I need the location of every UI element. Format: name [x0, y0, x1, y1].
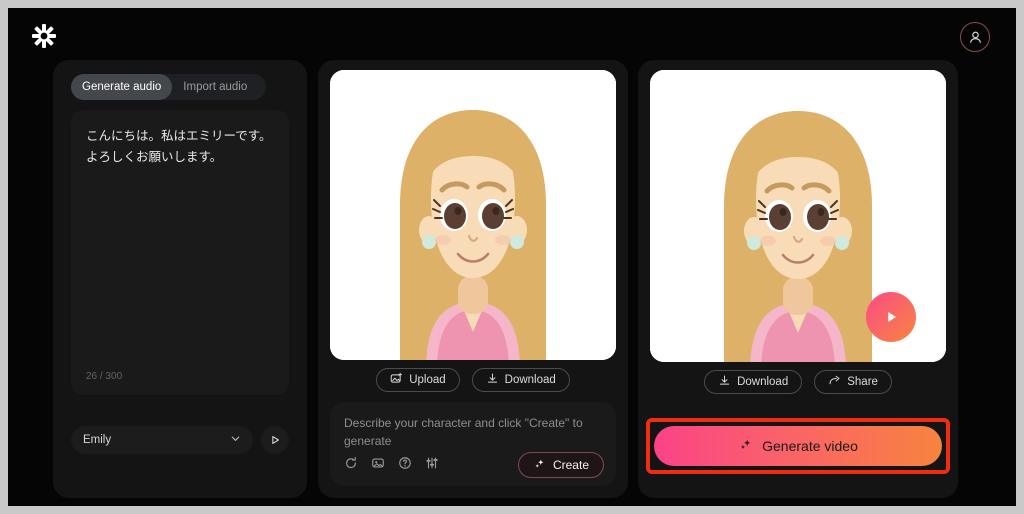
generate-video-label: Generate video: [762, 438, 858, 454]
voice-select-value: Emily: [83, 434, 112, 446]
video-panel: Download Share Generate video: [638, 60, 958, 498]
video-actions: Download Share: [638, 370, 958, 394]
download-button[interactable]: Download: [471, 368, 570, 392]
asterisk-logo-icon[interactable]: [30, 22, 58, 50]
generate-video-highlight: Generate video: [646, 418, 950, 474]
prompt-placeholder-text: Describe your character and click "Creat…: [344, 416, 583, 448]
audio-panel: Generate audio Import audio こんにちは。私はエミリー…: [53, 60, 307, 498]
share-arrow-icon: [828, 374, 841, 390]
character-illustration: [330, 70, 616, 360]
voice-preview-play-button[interactable]: [261, 426, 289, 454]
audio-mode-tabs: Generate audio Import audio: [71, 74, 266, 100]
image-icon[interactable]: [371, 456, 385, 475]
app-window: Generate audio Import audio こんにちは。私はエミリー…: [8, 8, 1016, 506]
play-icon: [888, 311, 897, 323]
character-actions: Upload Download: [318, 368, 628, 392]
help-icon[interactable]: [398, 456, 412, 475]
generate-video-button[interactable]: Generate video: [654, 426, 942, 466]
script-text: こんにちは。私はエミリーです。よろしくお願いします。: [86, 129, 272, 164]
refresh-icon[interactable]: [344, 456, 358, 475]
tab-generate-audio[interactable]: Generate audio: [71, 74, 173, 100]
video-download-button[interactable]: Download: [704, 370, 803, 394]
sparkle-icon: [738, 437, 753, 455]
download-icon: [486, 372, 499, 388]
create-button-label: Create: [552, 458, 589, 472]
character-panel: Upload Download Describe your character …: [318, 60, 628, 498]
top-bar: [8, 8, 1016, 64]
voice-select[interactable]: Emily: [71, 426, 253, 454]
settings-sliders-icon[interactable]: [425, 456, 439, 475]
create-button[interactable]: Create: [517, 452, 604, 478]
character-prompt-box[interactable]: Describe your character and click "Creat…: [330, 402, 616, 486]
share-button-label: Share: [847, 376, 878, 388]
video-preview[interactable]: [650, 70, 946, 362]
share-button[interactable]: Share: [814, 370, 892, 394]
character-counter: 26 / 300: [86, 371, 123, 382]
character-preview-image[interactable]: [330, 70, 616, 360]
image-upload-icon: [390, 372, 403, 388]
upload-button-label: Upload: [409, 374, 446, 386]
user-avatar-icon[interactable]: [960, 22, 990, 52]
upload-button[interactable]: Upload: [376, 368, 460, 392]
chevron-down-icon: [230, 433, 241, 447]
video-download-label: Download: [737, 376, 789, 388]
play-icon: [272, 436, 279, 444]
script-textarea[interactable]: こんにちは。私はエミリーです。よろしくお願いします。 26 / 300: [71, 110, 289, 395]
tab-import-audio[interactable]: Import audio: [172, 74, 258, 100]
sparkle-icon: [533, 457, 546, 473]
voice-controls: Emily: [71, 426, 289, 454]
prompt-tool-icons: [344, 456, 439, 475]
download-button-label: Download: [504, 374, 556, 386]
video-play-button[interactable]: [866, 292, 916, 342]
download-icon: [718, 374, 731, 390]
